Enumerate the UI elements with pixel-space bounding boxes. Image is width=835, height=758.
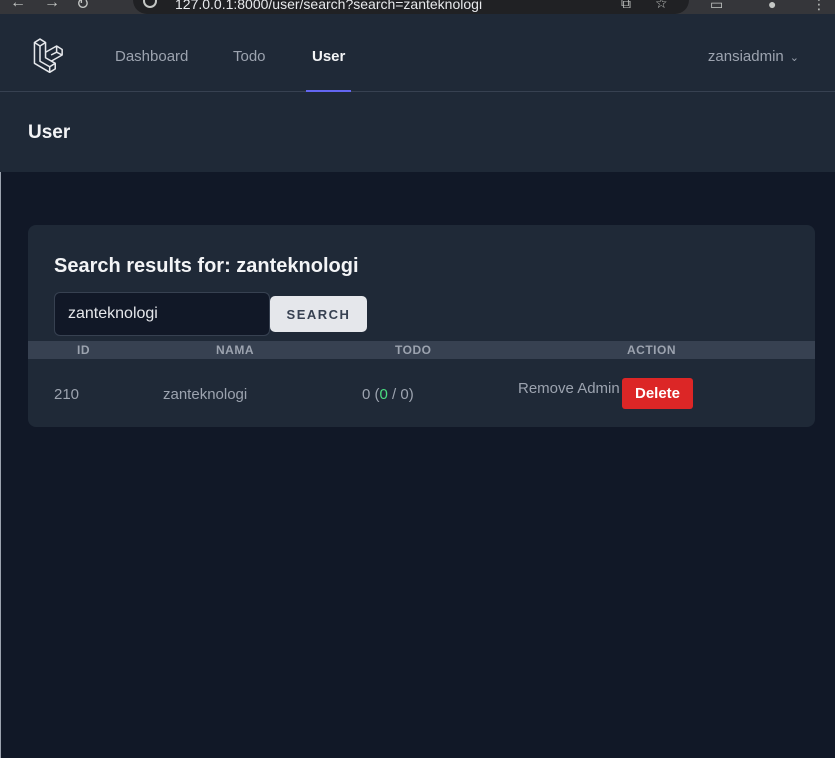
translate-icon[interactable]: ⧉	[621, 0, 631, 12]
user-name: zansiadmin	[707, 48, 784, 65]
page-title: User	[28, 122, 71, 143]
site-info-icon[interactable]	[143, 0, 157, 8]
bookmark-star-icon[interactable]: ☆	[655, 0, 668, 12]
address-bar[interactable]: 127.0.0.1:8000/user/search?search=zantek…	[133, 0, 689, 14]
cell-todo: 0 (0 / 0)	[362, 386, 414, 403]
laravel-logo-icon[interactable]	[31, 37, 67, 73]
profile-icon[interactable]: ●	[768, 0, 776, 12]
column-header-id: ID	[77, 343, 90, 357]
column-header-action: ACTION	[627, 343, 676, 357]
cell-nama: zanteknologi	[163, 386, 248, 403]
search-input[interactable]	[54, 292, 270, 336]
nav-todo[interactable]: Todo	[233, 48, 266, 92]
browser-toolbar: ← → ↻ 127.0.0.1:8000/user/search?search=…	[0, 0, 835, 14]
search-results-title: Search results for: zanteknologi	[54, 255, 359, 277]
back-icon[interactable]: ←	[10, 0, 26, 12]
window-edge	[0, 92, 1, 758]
remove-admin-link[interactable]: Remove Admin	[518, 380, 620, 397]
menu-icon[interactable]: ⋮	[812, 0, 826, 13]
nav-user[interactable]: User	[305, 48, 352, 92]
todo-done: 0	[379, 386, 388, 403]
url-text[interactable]: 127.0.0.1:8000/user/search?search=zantek…	[175, 0, 482, 12]
forward-icon[interactable]: →	[44, 0, 60, 12]
search-results-card: Search results for: zanteknologi SEARCH …	[28, 225, 815, 427]
top-navigation: Dashboard Todo User zansiadmin ⌄	[0, 14, 835, 92]
downloads-icon[interactable]: ▭	[710, 0, 723, 13]
todo-total: 0	[362, 386, 371, 403]
delete-button[interactable]: Delete	[622, 378, 693, 409]
todo-all: 0	[400, 386, 409, 403]
cell-id: 210	[54, 386, 80, 403]
table-header: ID NAMA TODO ACTION	[28, 341, 815, 359]
page-header: User	[0, 92, 835, 172]
chevron-down-icon: ⌄	[789, 52, 799, 64]
search-button[interactable]: SEARCH	[270, 296, 367, 332]
reload-icon[interactable]: ↻	[76, 0, 89, 14]
column-header-todo: TODO	[395, 343, 432, 357]
column-header-nama: NAMA	[216, 343, 254, 357]
user-menu-dropdown[interactable]: zansiadmin ⌄	[708, 48, 799, 65]
nav-dashboard[interactable]: Dashboard	[115, 48, 188, 92]
